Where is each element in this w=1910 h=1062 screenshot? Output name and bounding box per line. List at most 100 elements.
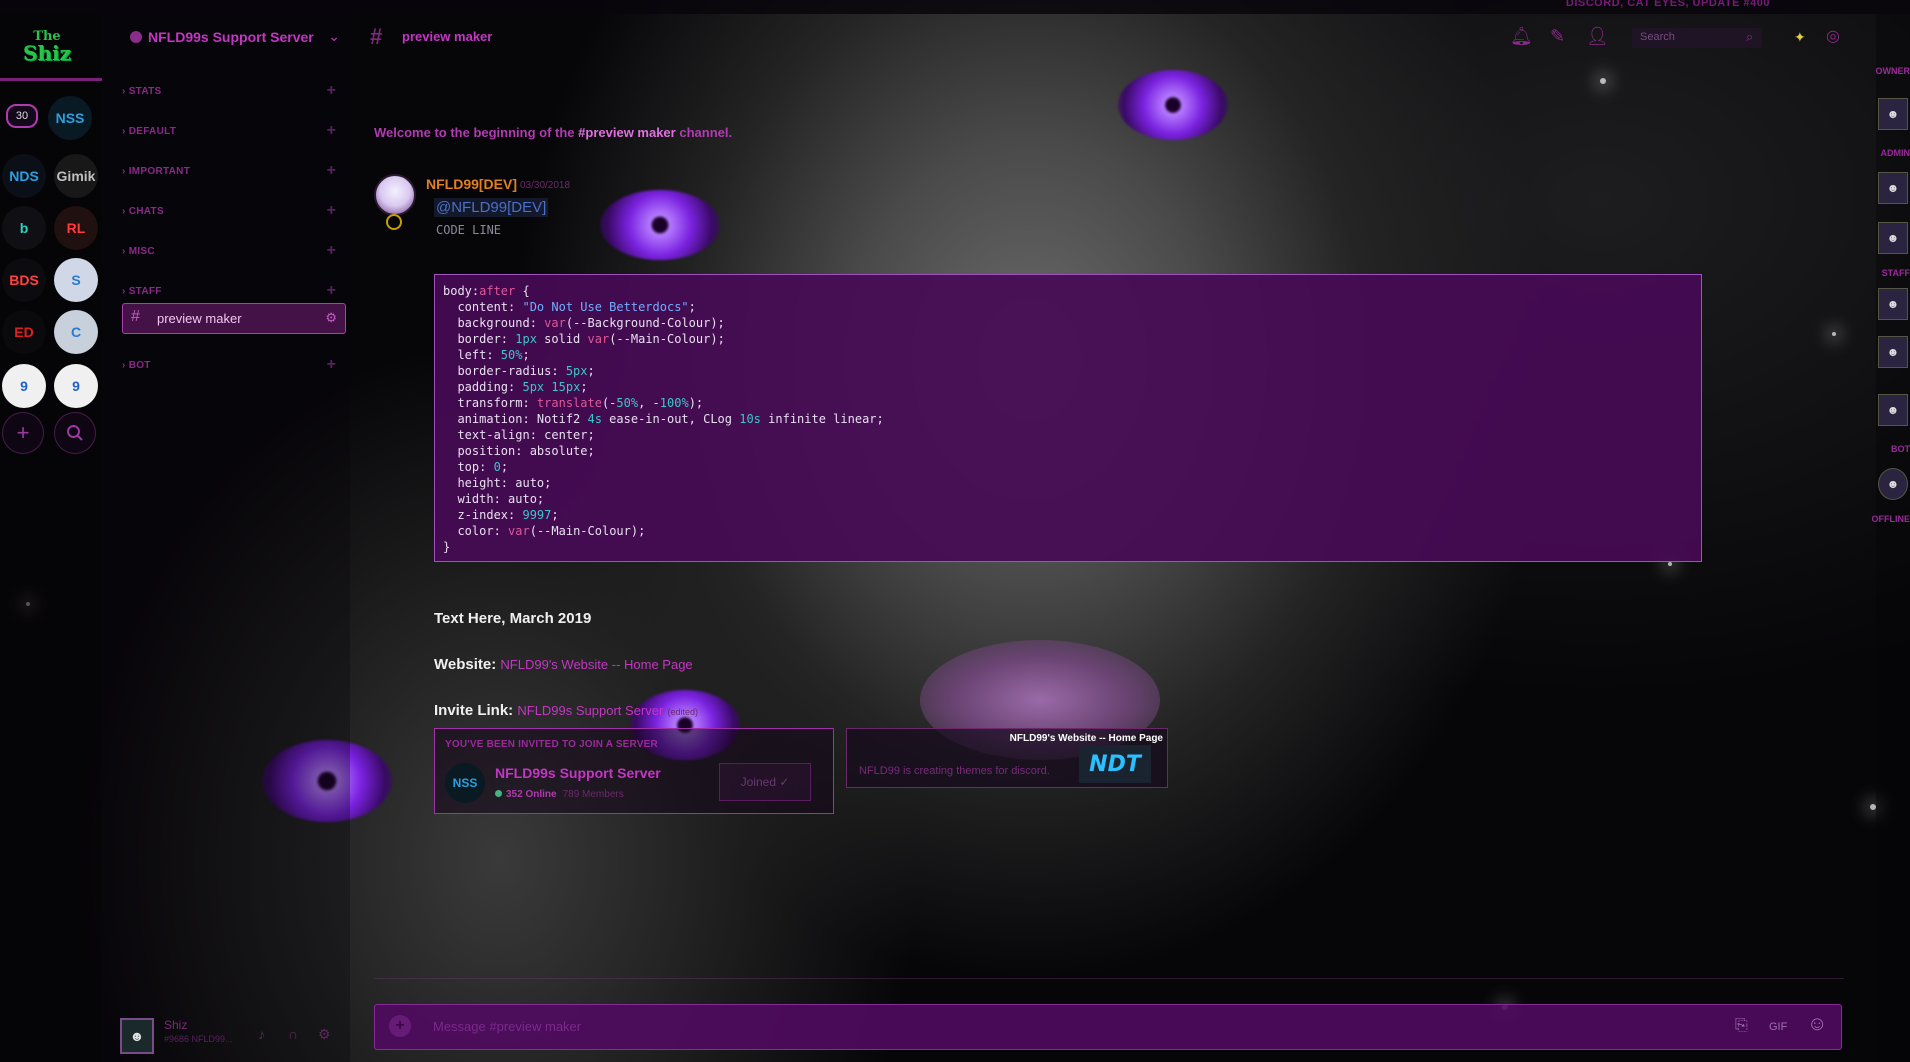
category-default[interactable]: › DEFAULT + [102,122,350,144]
search-icon: ⌕ [1746,29,1754,44]
title-strip: DISCORD, CAT EYES, UPDATE #400 [0,0,1910,14]
guild-icon[interactable]: ED [2,310,46,354]
channel-label: preview maker [157,311,242,326]
avatar[interactable] [374,174,416,216]
category-bot[interactable]: › BOT + [102,356,350,378]
user-mention[interactable]: @NFLD99[DEV] [434,198,549,217]
member-avatar[interactable]: ☻ [1878,394,1908,426]
guild-icon[interactable]: C [54,310,98,354]
invite-card: YOU'VE BEEN INVITED TO JOIN A SERVER NSS… [434,728,834,814]
guild-icon[interactable]: 9 [54,364,98,408]
plus-icon[interactable]: + [327,82,336,100]
chevron-down-icon: ⌄ [328,28,340,44]
message-input[interactable]: Message #preview maker [433,1019,581,1034]
message-text: Text Here, March 2019 [434,610,592,627]
plus-icon[interactable]: + [327,122,336,140]
guild-icon[interactable]: NDS [2,154,46,198]
upload-plus-icon[interactable]: + [389,1015,411,1037]
inbox-icon[interactable]: ✦ [1794,29,1806,46]
add-server-button[interactable]: + [2,412,44,454]
code-line: position: absolute; [443,444,595,458]
discover-button[interactable] [54,412,96,454]
chat-header: # preview maker 🔔︎ ✎ 👤︎ Search ⌕ ✦ ◎ [360,14,1870,60]
light-particle [1600,78,1606,84]
mute-icon[interactable]: ♪ [258,1026,265,1042]
category-stats[interactable]: › STATS + [102,82,350,104]
channel-item-preview-maker[interactable]: # preview maker ⚙ [122,303,346,334]
guild-icon[interactable]: NSS [48,96,92,140]
member-avatar[interactable]: ☻ [1878,468,1908,500]
composer-divider [374,978,1844,979]
member-avatar[interactable]: ☻ [1878,288,1908,320]
member-list: OWNER ADMIN STAFF BOT OFFLINE ☻ ☻ ☻ ☻ ☻ ☻ ☻ [1872,14,1910,1062]
invite-server-name[interactable]: NFLD99s Support Server [495,765,661,781]
light-particle [1832,332,1836,336]
edited-label: (edited) [667,707,698,717]
headphones-icon[interactable]: ∩ [288,1026,298,1042]
code-line: top: 0; [443,460,509,474]
emoji-icon[interactable]: ☺ [1807,1013,1827,1036]
message-composer[interactable]: + Message #preview maker ⎘ GIF ☺ [374,1004,1842,1050]
help-icon[interactable]: ◎ [1826,26,1840,46]
code-line: padding: 5px 15px; [443,380,588,394]
plus-icon[interactable]: + [327,242,336,260]
gift-icon[interactable]: ⎘ [1735,1017,1748,1035]
code-line: height: auto; [443,476,552,490]
logo-text-line2: Shiz [23,40,71,65]
bell-icon[interactable]: 🔔︎ [1510,26,1533,47]
pin-icon[interactable]: ✎ [1550,26,1565,47]
members-icon[interactable]: 👤︎ [1586,26,1609,47]
gif-icon[interactable]: GIF [1769,1021,1787,1033]
online-dot-icon [495,790,502,797]
plus-icon[interactable]: + [327,282,336,300]
plus-icon[interactable]: + [327,162,336,180]
website-link[interactable]: NFLD99's Website -- Home Page [500,657,692,672]
server-header[interactable]: NFLD99s Support Server ⌄ [102,14,350,60]
website-line: Website: NFLD99's Website -- Home Page [434,656,693,673]
woman-left-eye [600,190,720,260]
server-name: NFLD99s Support Server [148,29,314,45]
invite-link[interactable]: NFLD99s Support Server [517,703,663,718]
woman-right-eye [1118,70,1228,140]
server-icon[interactable]: NSS [445,763,485,803]
category-misc[interactable]: › MISC + [102,242,350,264]
channel-welcome: Welcome to the beginning of the #preview… [374,125,732,140]
plus-icon[interactable]: + [327,202,336,220]
avatar[interactable]: ☻ [120,1018,154,1054]
invite-line: Invite Link: NFLD99s Support Server (edi… [434,702,698,719]
guild-icon[interactable]: S [54,258,98,302]
member-avatar[interactable]: ☻ [1878,336,1908,368]
welcome-channel[interactable]: #preview maker [578,125,676,140]
guild-icon[interactable]: b [2,206,46,250]
plus-icon[interactable]: + [327,356,336,374]
headphones-icon [386,214,402,230]
gear-icon[interactable]: ⚙ [325,310,337,326]
user-name: Shiz [164,1018,188,1032]
member-category: OWNER [1875,66,1910,76]
theme-title: DISCORD, CAT EYES, UPDATE #400 [1565,0,1770,9]
search-input[interactable]: Search [1632,28,1762,48]
guild-icon[interactable]: BDS [2,258,46,302]
joined-button[interactable]: Joined ✓ [719,763,811,801]
member-avatar[interactable]: ☻ [1878,98,1908,130]
category-chats[interactable]: › CHATS + [102,202,350,224]
gear-icon[interactable]: ⚙ [318,1026,331,1043]
category-staff[interactable]: › STAFF + [102,282,350,304]
member-avatar[interactable]: ☻ [1878,222,1908,254]
inline-code: CODE LINE [436,223,502,237]
guild-icon[interactable]: Gimik [54,154,98,198]
guild-icon[interactable]: 9 [2,364,46,408]
home-logo[interactable]: The Shiz [18,18,76,74]
category-label: › DEFAULT [122,126,177,137]
code-line: border-radius: 5px; [443,364,595,378]
message-author[interactable]: NFLD99[DEV] [426,176,517,192]
category-important[interactable]: › IMPORTANT + [102,162,350,184]
code-line: border: 1px solid var(--Main-Colour); [443,332,725,346]
member-avatar[interactable]: ☻ [1878,172,1908,204]
embed-thumbnail[interactable]: NDT [1079,745,1151,783]
user-panel: ☻ Shiz #9686 NFLD99... ♪ ∩ ⚙ [102,1008,350,1062]
embed-title[interactable]: NFLD99's Website -- Home Page [1010,733,1163,744]
category-label: › STATS [122,86,162,97]
code-line: background: var(--Background-Colour); [443,316,725,330]
guild-icon[interactable]: RL [54,206,98,250]
